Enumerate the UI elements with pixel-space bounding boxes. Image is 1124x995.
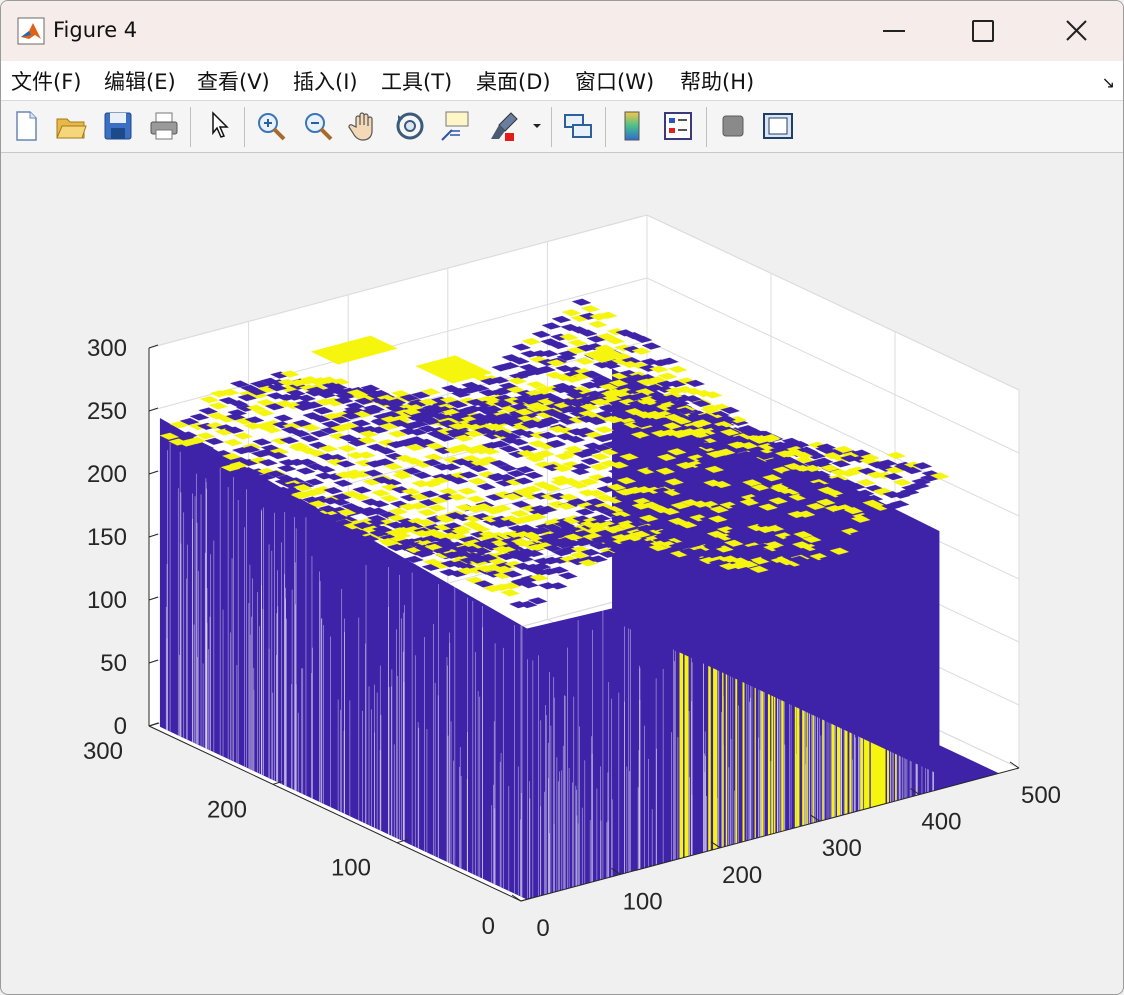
x-tick-label: 400 <box>921 809 961 836</box>
y-tick-label: 0 <box>482 913 495 940</box>
x-tick-label: 200 <box>722 862 762 889</box>
x-tick-label: 500 <box>1021 782 1061 809</box>
y-tick-label: 300 <box>83 738 123 765</box>
x-tick-label: 300 <box>822 835 862 862</box>
figure-window: Figure 4 文件(F) 编辑(E) 查看(V) 插入(I) 工具(T) 桌… <box>0 0 1124 995</box>
z-tick-label: 200 <box>87 461 127 488</box>
y-tick-label: 100 <box>331 855 371 882</box>
figure-canvas[interactable]: 0501001502002503000100200300400500010020… <box>1 1 1123 994</box>
x-tick-label: 100 <box>623 888 663 915</box>
z-tick-label: 250 <box>87 398 127 425</box>
x-tick-label: 0 <box>536 915 549 942</box>
z-tick-label: 0 <box>114 713 127 740</box>
y-tick-label: 200 <box>207 796 247 823</box>
z-tick-label: 100 <box>87 587 127 614</box>
z-tick-label: 150 <box>87 524 127 551</box>
z-tick-label: 50 <box>100 650 127 677</box>
z-tick-label: 300 <box>87 335 127 362</box>
